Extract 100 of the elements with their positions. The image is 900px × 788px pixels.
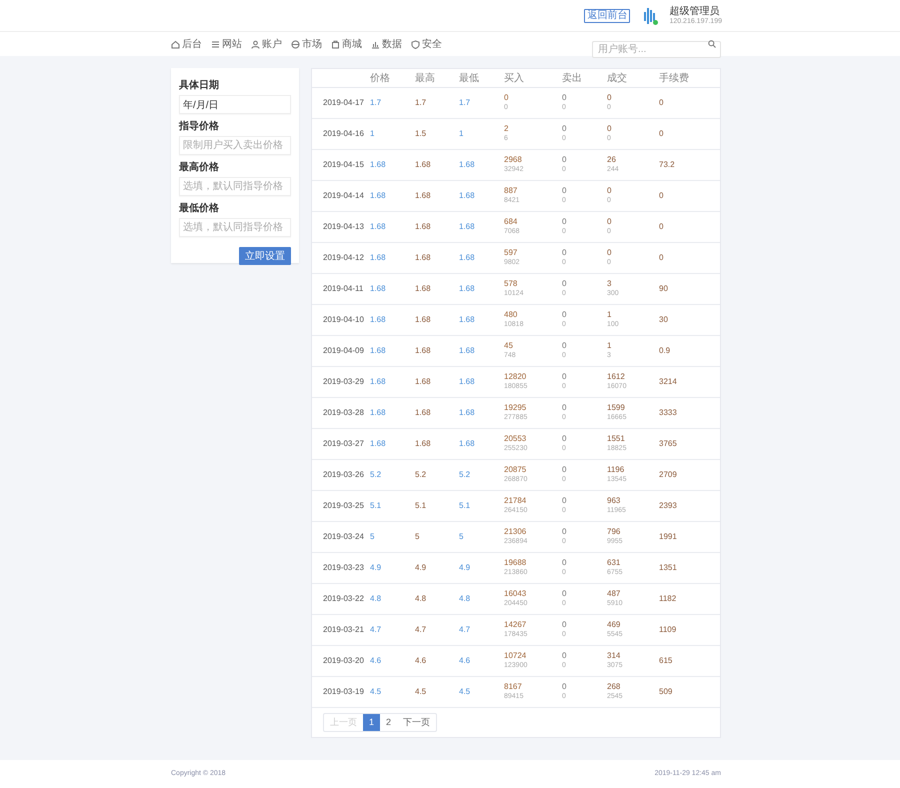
table-cell-text: 1.68 bbox=[415, 221, 432, 233]
table-cell-text: 1196 bbox=[607, 465, 626, 475]
table-cell-text: 0 bbox=[607, 217, 612, 227]
table-cell-text: 1.68 bbox=[370, 190, 387, 202]
column-header: 最低 bbox=[459, 72, 480, 86]
submit-button[interactable]: 立即设置 bbox=[239, 247, 291, 265]
field-label: 具体日期 bbox=[179, 80, 220, 91]
table-cell-text: 0 bbox=[607, 186, 612, 196]
nav-link[interactable]: 安全 bbox=[411, 36, 442, 52]
page-link[interactable]: 1 bbox=[363, 714, 380, 731]
table-cell-text: 0 bbox=[562, 620, 568, 630]
back-button[interactable]: 返回前台 bbox=[584, 8, 630, 22]
table-cell-text: 1.68 bbox=[370, 252, 387, 264]
table-cell-text: 1.68 bbox=[370, 438, 387, 450]
table-cell-text: 2019-04-17 bbox=[323, 97, 365, 109]
home-icon bbox=[171, 40, 180, 48]
table-cell-text: 0 bbox=[562, 434, 568, 444]
table-cell-text: 1.68 bbox=[370, 314, 387, 326]
nav-link[interactable]: 后台 bbox=[171, 36, 202, 52]
table-cell-text: 2019-03-28 bbox=[323, 407, 365, 419]
table-cell-text: 469 bbox=[607, 620, 622, 630]
nav-link[interactable]: 账户 bbox=[251, 36, 282, 52]
table-cell-text: 0 bbox=[562, 682, 568, 692]
table-cell-text: 487 bbox=[607, 589, 622, 599]
table-cell-text: 2019-04-14 bbox=[323, 190, 365, 202]
table-cell-text: 2019-04-12 bbox=[323, 252, 365, 264]
table-cell-text: 268 bbox=[607, 682, 622, 692]
table-cell-text: 1.68 bbox=[370, 345, 387, 357]
table-cell-text: 509 bbox=[659, 686, 674, 698]
table-cell-text: 578 bbox=[504, 279, 518, 289]
table-cell-text: 0 bbox=[562, 558, 568, 568]
table-cell-text: 0 bbox=[562, 651, 568, 661]
nav-link[interactable]: 市场 bbox=[291, 36, 322, 52]
table-cell-text: 1.68 bbox=[459, 376, 476, 388]
table-cell-text: 1599 bbox=[607, 403, 626, 413]
column-header: 手续费 bbox=[659, 72, 690, 86]
page-link[interactable]: 2 bbox=[380, 714, 398, 731]
table-cell-text: 12820 bbox=[504, 372, 528, 382]
table-cell-text: 0 bbox=[504, 93, 510, 103]
table-cell-text: 0 bbox=[562, 310, 568, 320]
table-cell-text: 796 bbox=[607, 527, 622, 537]
table-cell-text: 0 bbox=[562, 279, 568, 289]
table-cell-text: 1.68 bbox=[415, 283, 432, 295]
table-cell-text: 0 bbox=[607, 93, 612, 103]
input-field[interactable]: 年/月/日 bbox=[179, 95, 291, 114]
table-cell-text: 3 bbox=[607, 279, 612, 289]
table-cell-text: 30 bbox=[659, 314, 669, 326]
page-link[interactable]: 下一页 bbox=[397, 714, 436, 731]
table-cell-text: 1991 bbox=[659, 531, 678, 543]
table-cell-text: 90 bbox=[659, 283, 669, 295]
table-cell-text: 4.5 bbox=[415, 686, 428, 698]
table-cell-text: 4.7 bbox=[415, 624, 428, 636]
table-cell-text: 1 bbox=[607, 341, 612, 351]
table-cell-text: 1.68 bbox=[459, 407, 476, 419]
table-cell-text: 2019-03-26 bbox=[323, 469, 365, 481]
input-field[interactable]: 限制用户买入卖出价格 bbox=[179, 136, 291, 155]
nav-link[interactable]: 数据 bbox=[371, 36, 402, 52]
table-cell-text: 2019-03-21 bbox=[323, 624, 365, 636]
search-field[interactable]: 用户账号... bbox=[592, 40, 721, 58]
table-cell-text: 597 bbox=[504, 248, 518, 258]
table-cell-text: 4.9 bbox=[415, 562, 428, 574]
table-cell-text: 3214 bbox=[659, 376, 678, 388]
table-cell-text: 4.8 bbox=[459, 593, 472, 605]
table-cell-text: 0 bbox=[562, 217, 568, 227]
table-cell-text: 4.5 bbox=[459, 686, 472, 698]
list-icon bbox=[211, 40, 220, 48]
table-cell-text: 20875 bbox=[504, 465, 528, 475]
table-cell-text: 314 bbox=[607, 651, 622, 661]
table-cell-text: 1.68 bbox=[459, 345, 476, 357]
table-cell-text: 4.9 bbox=[370, 562, 382, 574]
table-cell-text: 2393 bbox=[659, 500, 678, 512]
table-cell-text: 1109 bbox=[659, 624, 678, 636]
table-cell-text: 5.1 bbox=[415, 500, 428, 512]
nav-link[interactable]: 网站 bbox=[211, 36, 242, 52]
table-cell-text: 5.1 bbox=[370, 500, 382, 512]
table-cell-text: 1.68 bbox=[459, 221, 476, 233]
table-cell-text: 1.68 bbox=[370, 221, 387, 233]
table-cell-text: 2019-04-16 bbox=[323, 128, 365, 140]
field-label: 最高价格 bbox=[179, 162, 220, 173]
table-cell-text: 2968 bbox=[504, 155, 523, 165]
table-cell-text: 1 bbox=[370, 128, 376, 140]
table-cell-text: 0 bbox=[562, 93, 568, 103]
table-cell-text: 0 bbox=[562, 403, 568, 413]
table-cell-text: 16043 bbox=[504, 589, 528, 599]
table-cell-text: 3765 bbox=[659, 438, 678, 450]
user-name: 超级管理员 bbox=[669, 6, 720, 16]
table-cell-text: 1551 bbox=[607, 434, 626, 444]
table-cell-text: 615 bbox=[659, 655, 674, 667]
input-field[interactable]: 选填，默认同指导价格 bbox=[179, 177, 291, 196]
table-cell-text: 14267 bbox=[504, 620, 528, 630]
table-cell-text: 1.68 bbox=[370, 283, 387, 295]
nav-link[interactable]: 商城 bbox=[331, 36, 362, 52]
table-cell-text: 2019-03-20 bbox=[323, 655, 365, 667]
table-cell-text: 0 bbox=[562, 248, 568, 258]
table-cell-text: 1.7 bbox=[370, 97, 382, 109]
table-cell-text: 2019-04-15 bbox=[323, 159, 365, 171]
table-cell-text: 1.68 bbox=[459, 438, 476, 450]
input-field[interactable]: 选填，默认同指导价格 bbox=[179, 218, 291, 237]
table-cell-text: 8167 bbox=[504, 682, 523, 692]
table-cell-text: 1351 bbox=[659, 562, 678, 574]
